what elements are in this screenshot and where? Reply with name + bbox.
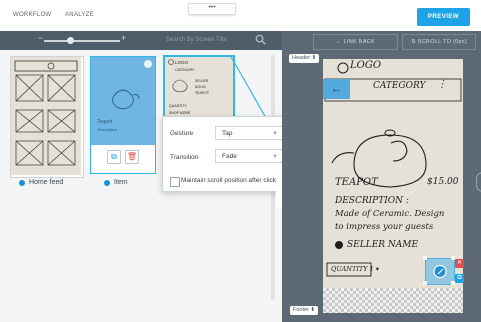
svg-text:QUANTITY: QUANTITY: [169, 104, 187, 108]
sketch-category-text: CATEGORY: [373, 81, 426, 91]
screen-thumbnail: [11, 57, 81, 175]
transparent-area: [323, 288, 463, 313]
link-target-icon: [433, 264, 447, 279]
scroll-right-icon[interactable]: [476, 172, 481, 192]
scroll-to-button[interactable]: ⇅ SCROLL TO (0px): [402, 34, 476, 50]
delete-hotspot-icon[interactable]: ✕: [455, 259, 464, 268]
gesture-select[interactable]: Tap ▼: [215, 126, 284, 140]
workflow-tab[interactable]: WORKFLOW: [13, 12, 51, 18]
resize-handle[interactable]: [423, 281, 427, 285]
svg-text:LOGO: LOGO: [175, 60, 189, 65]
link-back-button[interactable]: ← LINK BACK: [313, 34, 398, 50]
arrow-left-icon: ←: [331, 83, 342, 95]
sketch-description-title: DESCRIPTION :: [335, 196, 409, 206]
svg-text:Teapot: Teapot: [97, 119, 113, 125]
svg-text:$15.00: $15.00: [195, 85, 206, 89]
back-hotspot[interactable]: ←: [323, 79, 350, 99]
sketch-price: $15.00: [427, 177, 459, 187]
panel-collapse-handle[interactable]: •••: [188, 3, 236, 15]
screen-search-input[interactable]: Search By Screen Title: [166, 37, 227, 43]
svg-text:SELLER: SELLER: [195, 79, 209, 83]
screen-status-dot: [19, 180, 25, 186]
maintain-scroll-checkbox[interactable]: [170, 177, 180, 187]
svg-text:CATEGORY: CATEGORY: [175, 68, 195, 72]
delete-screen-icon[interactable]: 🗑: [125, 150, 139, 164]
chevron-down-icon: ▼: [272, 154, 278, 160]
sketch-quantity: QUANTITY 1 ▾: [331, 265, 380, 273]
svg-text:TEAPOT: TEAPOT: [195, 91, 210, 95]
sketch-description-line: Made of Ceramic. Design: [335, 209, 445, 219]
zoom-slider-handle[interactable]: [67, 37, 74, 44]
transition-select[interactable]: Fade ▼: [215, 149, 284, 163]
footer-pill[interactable]: Footer ⬍: [290, 306, 319, 315]
chevron-down-icon: ▼: [272, 131, 278, 137]
screen-thumbnail: Teapot Description: [91, 57, 155, 145]
gesture-label: Gesture: [170, 130, 194, 137]
copy-screen-icon[interactable]: ⧉: [107, 150, 121, 164]
zoom-slider[interactable]: [44, 40, 120, 42]
screen-card-product[interactable]: LOGO CATEGORY SELLER $15.00 TEAPOT QUANT…: [163, 55, 235, 121]
svg-text:SHOP MORE: SHOP MORE: [169, 111, 191, 115]
header-pill[interactable]: Header ⬍: [289, 54, 320, 63]
resize-handle[interactable]: [423, 256, 427, 260]
duplicate-hotspot-icon[interactable]: ⧉: [455, 274, 464, 283]
screen-card-home-feed[interactable]: [10, 56, 84, 178]
svg-text:Description: Description: [97, 127, 118, 132]
maintain-scroll-label: Maintain scroll position after click: [181, 177, 277, 184]
analyze-tab[interactable]: ANALYZE: [65, 12, 94, 18]
sketch-logo-text: LOGO: [350, 60, 382, 71]
sketch-product-title: TEAPOT: [335, 177, 378, 188]
transition-label: Transition: [170, 154, 199, 161]
preview-button[interactable]: PREVIEW: [417, 8, 470, 26]
screen-status-dot: [104, 180, 110, 186]
screen-card-item[interactable]: Teapot Description ⧉ 🗑: [90, 56, 156, 174]
cart-icon: ⋮: [437, 79, 447, 90]
sketch-description-line: to impress your guests: [335, 222, 434, 232]
screen-title[interactable]: Home feed: [29, 179, 63, 186]
screen-title[interactable]: Item: [114, 179, 128, 186]
panel-resize-handle[interactable]: [276, 182, 282, 208]
zoom-in-icon[interactable]: +: [121, 33, 126, 43]
screen-thumbnail: LOGO CATEGORY SELLER $15.00 TEAPOT QUANT…: [165, 57, 233, 119]
search-icon[interactable]: [255, 34, 266, 45]
zoom-out-icon[interactable]: −: [38, 33, 43, 43]
sketch-seller-name: SELLER NAME: [347, 240, 419, 250]
